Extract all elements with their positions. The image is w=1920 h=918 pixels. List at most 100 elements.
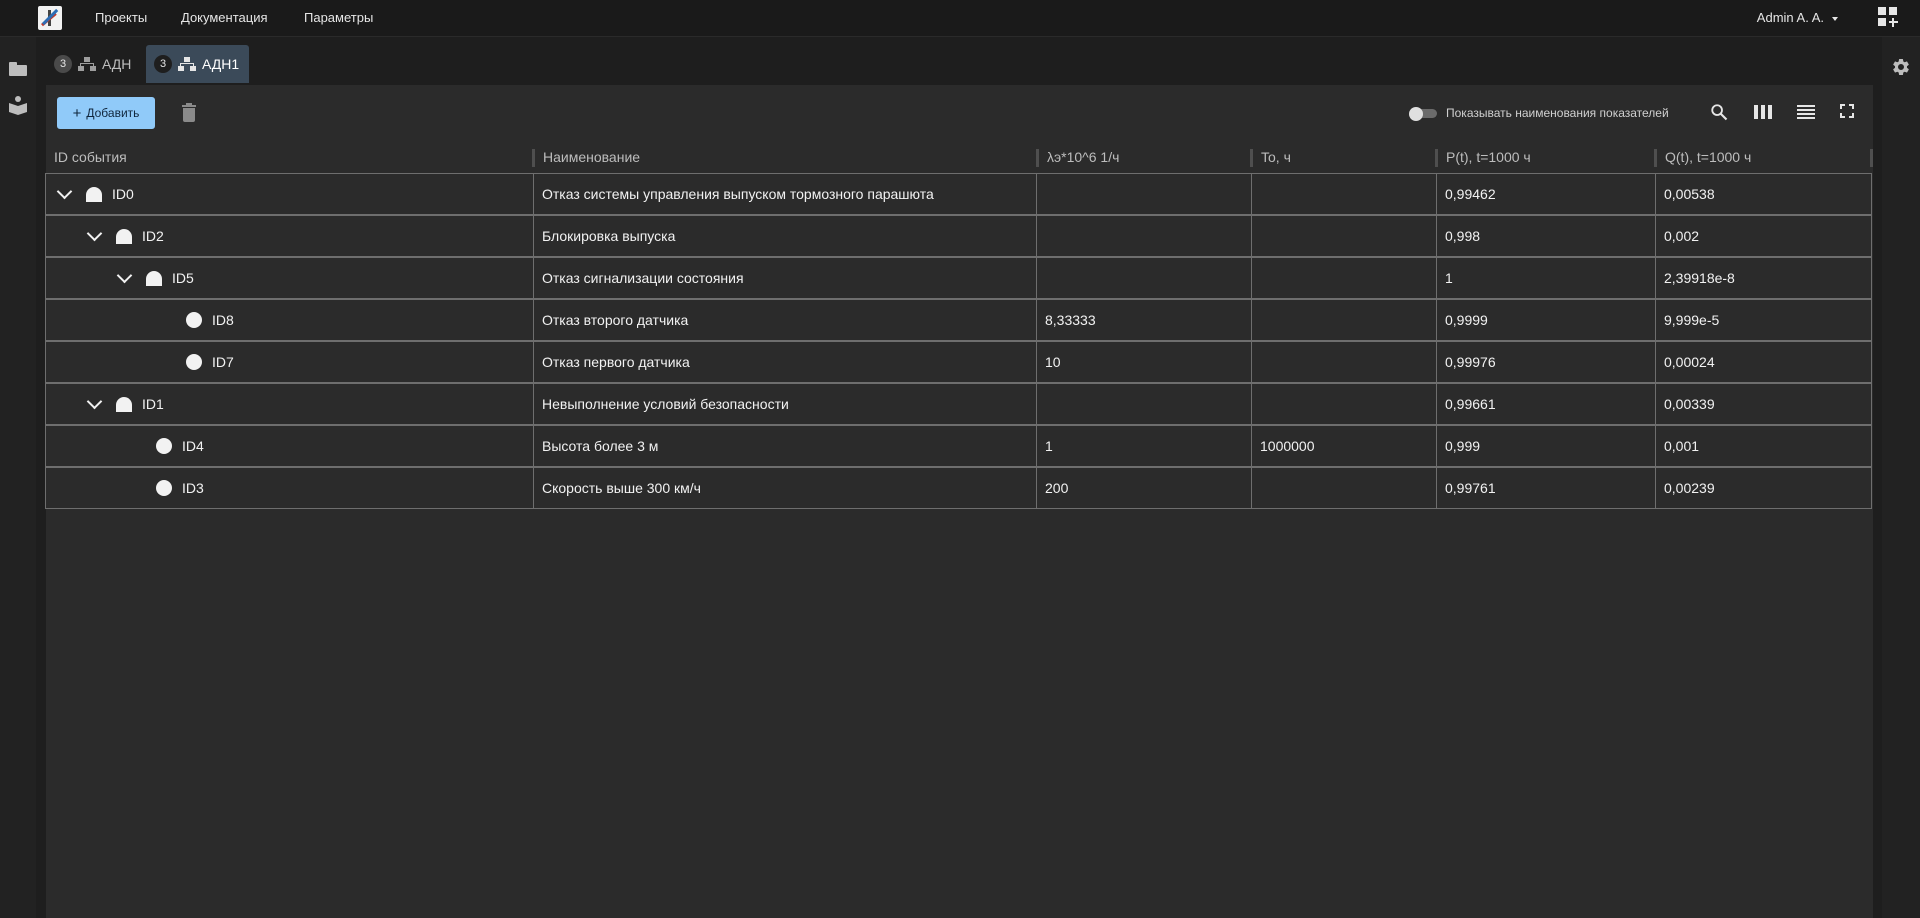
folder-icon[interactable] [9, 62, 27, 76]
tab-adn1[interactable]: 3 АДН1 [146, 45, 249, 83]
or-gate-icon [116, 396, 132, 412]
p-cell[interactable]: 0,99761 [1436, 467, 1656, 509]
name-cell[interactable]: Отказ второго датчика [533, 299, 1037, 341]
show-names-label: Показывать наименования показателей [1446, 106, 1669, 120]
fullscreen-icon[interactable] [1840, 104, 1854, 118]
p-cell[interactable]: 0,998 [1436, 215, 1656, 257]
id-cell[interactable]: ID3 [45, 467, 534, 509]
name-cell[interactable]: Отказ системы управления выпуском тормоз… [533, 173, 1037, 215]
lambda-cell[interactable] [1036, 383, 1252, 425]
add-button-label: Добавить [86, 106, 140, 120]
tab-label: АДН1 [202, 56, 240, 72]
right-sidebar [1882, 37, 1920, 918]
caret-down-icon [1832, 16, 1838, 21]
to-cell[interactable] [1251, 341, 1437, 383]
name-cell[interactable]: Отказ первого датчика [533, 341, 1037, 383]
q-cell[interactable]: 9,999e-5 [1655, 299, 1872, 341]
tab-label: АДН [102, 56, 132, 72]
table-row[interactable]: ID1 Невыполнение условий безопасности 0,99… [45, 383, 1873, 425]
or-gate-icon [86, 186, 102, 202]
q-cell[interactable]: 0,001 [1655, 425, 1872, 467]
lambda-cell[interactable]: 8,33333 [1036, 299, 1252, 341]
name-cell[interactable]: Невыполнение условий безопасности [533, 383, 1037, 425]
q-cell[interactable]: 0,002 [1655, 215, 1872, 257]
to-cell[interactable]: 1000000 [1251, 425, 1437, 467]
id-cell[interactable]: ID1 [45, 383, 534, 425]
name-cell[interactable]: Блокировка выпуска [533, 215, 1037, 257]
delete-icon[interactable] [182, 103, 196, 122]
add-dashboard-icon[interactable] [1878, 7, 1898, 27]
app-logo[interactable] [38, 6, 62, 30]
search-icon[interactable] [1710, 103, 1728, 121]
table-header: ID события Наименование λэ*10^6 1/ч To, … [46, 143, 1873, 171]
column-header-lambda[interactable]: λэ*10^6 1/ч [1039, 143, 1253, 171]
table-row[interactable]: ID2 Блокировка выпуска 0,998 0,002 [45, 215, 1873, 257]
expand-chevron-icon[interactable] [114, 267, 134, 288]
lambda-cell[interactable]: 1 [1036, 425, 1252, 467]
event-id: ID1 [142, 396, 164, 412]
event-id: ID0 [112, 186, 134, 202]
user-menu[interactable]: Admin A. A. [1757, 10, 1838, 25]
column-header-p[interactable]: P(t), t=1000 ч [1438, 143, 1656, 171]
to-cell[interactable] [1251, 173, 1437, 215]
lambda-cell[interactable] [1036, 215, 1252, 257]
nav-settings[interactable]: Параметры [304, 10, 373, 25]
table-row[interactable]: ID5 Отказ сигнализации состояния 1 2,39918e… [45, 257, 1873, 299]
gear-icon[interactable] [1891, 57, 1911, 77]
add-button[interactable]: + Добавить [57, 97, 155, 129]
name-cell[interactable]: Высота более 3 м [533, 425, 1037, 467]
show-names-toggle[interactable] [1409, 107, 1437, 121]
to-cell[interactable] [1251, 383, 1437, 425]
q-cell[interactable]: 0,00024 [1655, 341, 1872, 383]
name-cell[interactable]: Скорость выше 300 км/ч [533, 467, 1037, 509]
column-resize-handle[interactable] [1870, 149, 1873, 167]
lambda-cell[interactable] [1036, 173, 1252, 215]
table-row[interactable]: ID0 Отказ системы управления выпуском тор… [45, 173, 1873, 215]
table-row[interactable]: ID3 Скорость выше 300 км/ч 200 0,99761 0,002… [45, 467, 1873, 509]
to-cell[interactable] [1251, 467, 1437, 509]
table-row[interactable]: ID4 Высота более 3 м 1 1000000 0,999 0,001 [45, 425, 1873, 467]
id-cell[interactable]: ID0 [45, 173, 534, 215]
q-cell[interactable]: 0,00339 [1655, 383, 1872, 425]
tab-adn[interactable]: 3 АДН [46, 45, 142, 83]
basic-event-icon [156, 480, 172, 496]
q-cell[interactable]: 0,00239 [1655, 467, 1872, 509]
column-header-q[interactable]: Q(t), t=1000 ч [1657, 143, 1871, 171]
id-cell[interactable]: ID5 [45, 257, 534, 299]
user-name: Admin A. A. [1756, 10, 1824, 25]
lambda-cell[interactable]: 200 [1036, 467, 1252, 509]
left-sidebar [0, 37, 36, 918]
expand-chevron-icon[interactable] [54, 183, 74, 204]
p-cell[interactable]: 0,999 [1436, 425, 1656, 467]
table-row[interactable]: ID8 Отказ второго датчика 8,33333 0,9999 9,9… [45, 299, 1873, 341]
id-cell[interactable]: ID4 [45, 425, 534, 467]
to-cell[interactable] [1251, 215, 1437, 257]
id-cell[interactable]: ID2 [45, 215, 534, 257]
expand-chevron-icon[interactable] [84, 393, 104, 414]
q-cell[interactable]: 2,39918e-8 [1655, 257, 1872, 299]
columns-icon[interactable] [1754, 105, 1772, 119]
p-cell[interactable]: 0,99661 [1436, 383, 1656, 425]
p-cell[interactable]: 0,9999 [1436, 299, 1656, 341]
lambda-cell[interactable]: 10 [1036, 341, 1252, 383]
p-cell[interactable]: 0,99976 [1436, 341, 1656, 383]
column-header-name[interactable]: Наименование [535, 143, 1037, 171]
reader-icon[interactable] [9, 96, 27, 116]
p-cell[interactable]: 1 [1436, 257, 1656, 299]
column-header-id[interactable]: ID события [46, 143, 534, 171]
expand-chevron-icon[interactable] [84, 225, 104, 246]
p-cell[interactable]: 0,99462 [1436, 173, 1656, 215]
to-cell[interactable] [1251, 257, 1437, 299]
column-header-to[interactable]: To, ч [1253, 143, 1437, 171]
table-row[interactable]: ID7 Отказ первого датчика 10 0,99976 0,00024 [45, 341, 1873, 383]
chevron-down-icon [86, 393, 102, 410]
nav-documentation[interactable]: Документация [181, 10, 268, 25]
q-cell[interactable]: 0,00538 [1655, 173, 1872, 215]
density-icon[interactable] [1797, 105, 1815, 119]
id-cell[interactable]: ID8 [45, 299, 534, 341]
to-cell[interactable] [1251, 299, 1437, 341]
id-cell[interactable]: ID7 [45, 341, 534, 383]
lambda-cell[interactable] [1036, 257, 1252, 299]
nav-projects[interactable]: Проекты [95, 10, 147, 25]
name-cell[interactable]: Отказ сигнализации состояния [533, 257, 1037, 299]
